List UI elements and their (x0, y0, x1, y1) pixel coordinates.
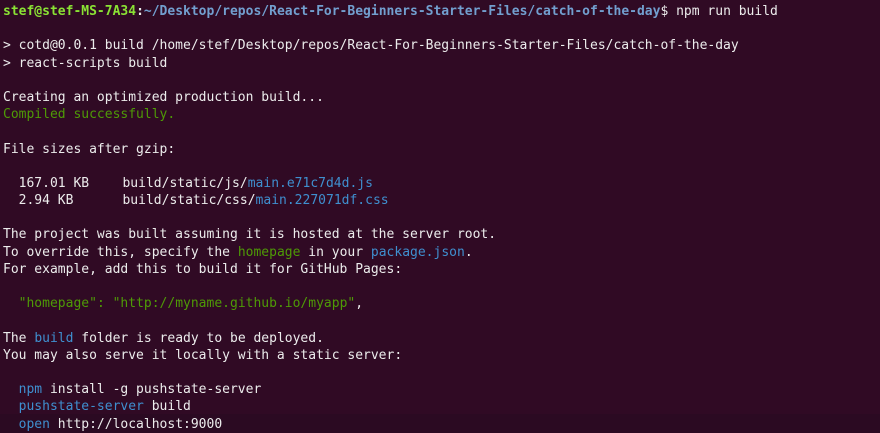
ready-text: folder is ready to be deployed. (73, 330, 324, 346)
file-size: 167.01 KB (18, 175, 90, 191)
cmd-npm-install: npm install -g pushstate-server (3, 381, 880, 398)
file-row-css: 2.94 KB build/static/css/main.227071df.c… (3, 192, 880, 209)
file-name: main.227071df.css (255, 193, 389, 209)
homepage-keyword: homepage (237, 244, 301, 260)
prompt-user-host: stef@stef-MS-7A34 (3, 4, 137, 19)
cmd-rest: http://localhost:9000 (49, 416, 223, 432)
terminal-window[interactable]: stef@stef-MS-7A34:~/Desktop/repos/React-… (0, 0, 880, 432)
homepage-key: "homepage" (18, 296, 97, 312)
ready-text: The (3, 330, 35, 346)
homepage-colon: : (96, 296, 113, 312)
cmd-rest: install -g pushstate-server (42, 382, 262, 398)
prompt-line: stef@stef-MS-7A34:~/Desktop/repos/React-… (3, 3, 880, 20)
file-dir: build/static/css/ (122, 193, 256, 209)
prompt-separator: : (136, 4, 144, 19)
compiled-success-line: Compiled successfully. (3, 107, 176, 123)
creating-build-line: Creating an optimized production build..… (3, 89, 324, 105)
command-text: npm run build (676, 4, 778, 19)
cmd-rest: build (143, 399, 191, 415)
override-line: To override this, specify the homepage i… (3, 244, 880, 261)
prompt-path: ~/Desktop/repos/React-For-Beginners-Star… (143, 4, 661, 19)
open-keyword: open (18, 416, 50, 432)
override-text: . (464, 244, 473, 260)
ready-line: The build folder is ready to be deployed… (3, 330, 880, 347)
override-text: To override this, specify the (3, 244, 238, 260)
homepage-value: "http://myname.github.io/myapp" (112, 296, 356, 312)
serve-line: You may also serve it locally with a sta… (3, 347, 403, 363)
npm-keyword: npm (18, 382, 43, 398)
cmd-open: open http://localhost:9000 (3, 416, 880, 433)
pushstate-keyword: pushstate-server (18, 399, 144, 415)
build-keyword: build (34, 330, 74, 346)
file-sizes-header: File sizes after gzip: (3, 141, 176, 157)
file-dir: build/static/js/ (122, 175, 248, 191)
package-json-keyword: package.json (370, 244, 465, 260)
example-line: For example, add this to build it for Gi… (3, 261, 403, 277)
homepage-comma: , (355, 296, 364, 312)
file-row-js: 167.01 KB build/static/js/main.e71c7d4d.… (3, 175, 880, 192)
cmd-pushstate-server: pushstate-server build (3, 398, 880, 415)
file-name: main.e71c7d4d.js (247, 175, 373, 191)
override-text: in your (300, 244, 371, 260)
assume-root-line: The project was built assuming it is hos… (3, 227, 497, 243)
script-line-2: > react-scripts build (3, 55, 168, 71)
homepage-json-line: "homepage": "http://myname.github.io/mya… (3, 295, 880, 312)
file-size: 2.94 KB (18, 193, 74, 209)
script-line-1: > cotd@0.0.1 build /home/stef/Desktop/re… (3, 38, 739, 54)
